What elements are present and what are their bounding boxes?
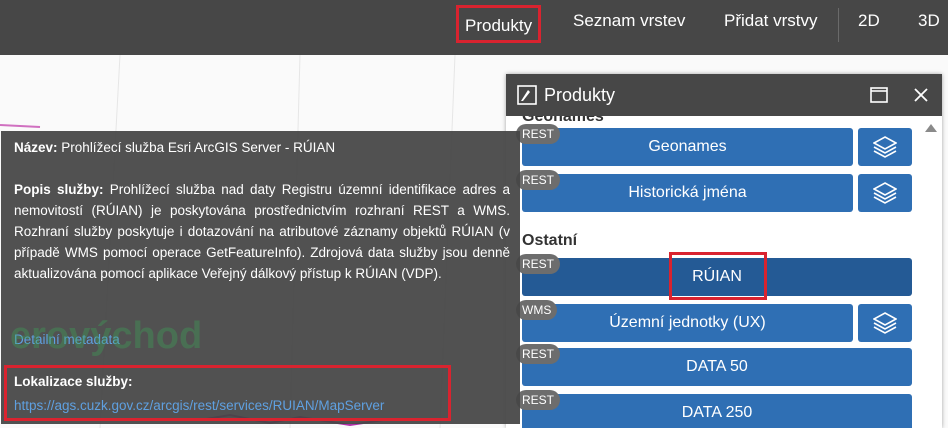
product-button-data-250[interactable]: DATA 250 xyxy=(522,394,912,428)
layers-button-historicka-jmena[interactable] xyxy=(858,174,912,212)
layers-button-uzemni-jednotky[interactable] xyxy=(858,304,912,342)
panel-title: Produkty xyxy=(544,85,616,105)
nav-2d[interactable]: 2D xyxy=(852,0,886,42)
product-button-geonames[interactable]: Geonames xyxy=(522,128,853,166)
highlight-location xyxy=(4,365,451,421)
layers-icon xyxy=(873,182,897,204)
badge-rest: REST xyxy=(516,124,561,144)
products-panel: Produkty Geonames Geonames REST Historic… xyxy=(506,74,942,428)
maximize-icon[interactable] xyxy=(868,84,890,106)
nav-divider xyxy=(838,8,839,42)
service-description-label: Popis služby: xyxy=(14,182,104,197)
service-description: Popis služby: Prohlížecí služba nad daty… xyxy=(14,179,510,284)
products-icon xyxy=(517,85,537,105)
badge-wms: WMS xyxy=(516,300,558,320)
section-title-ostatni: Ostatní xyxy=(522,232,578,249)
layers-icon xyxy=(873,136,897,158)
service-info-tooltip: Název: Prohlížecí služba Esri ArcGIS Ser… xyxy=(1,131,520,424)
nav-seznam-vrstev[interactable]: Seznam vrstev xyxy=(567,0,691,42)
highlight-ruian xyxy=(669,252,767,300)
nav-3d[interactable]: 3D xyxy=(912,0,946,42)
nav-produkty[interactable]: Produkty xyxy=(456,5,542,43)
nav-pridat-vrstvy[interactable]: Přidat vrstvy xyxy=(718,0,824,42)
top-navigation-bar: Produkty Seznam vrstev Přidat vrstvy 2D … xyxy=(0,0,948,55)
badge-rest: REST xyxy=(516,170,561,190)
product-button-historicka-jmena[interactable]: Historická jména xyxy=(522,174,853,212)
badge-rest: REST xyxy=(516,254,561,274)
product-button-uzemni-jednotky[interactable]: Územní jednotky (UX) xyxy=(522,304,853,342)
service-name: Název: Prohlížecí služba Esri ArcGIS Ser… xyxy=(14,137,510,158)
panel-body[interactable]: Geonames Geonames REST Historická jména … xyxy=(506,116,942,428)
badge-rest: REST xyxy=(516,344,561,364)
layers-icon xyxy=(873,312,897,334)
scroll-up-arrow[interactable] xyxy=(925,124,937,132)
metadata-link[interactable]: Detailní metadata xyxy=(14,329,510,350)
product-button-data-50[interactable]: DATA 50 xyxy=(522,348,912,386)
service-name-value: Prohlížecí služba Esri ArcGIS Server - R… xyxy=(61,140,336,155)
close-icon[interactable] xyxy=(910,84,932,106)
badge-rest: REST xyxy=(516,390,561,410)
layers-button-geonames[interactable] xyxy=(858,128,912,166)
panel-header: Produkty xyxy=(506,74,942,116)
service-name-label: Název: xyxy=(14,140,58,155)
